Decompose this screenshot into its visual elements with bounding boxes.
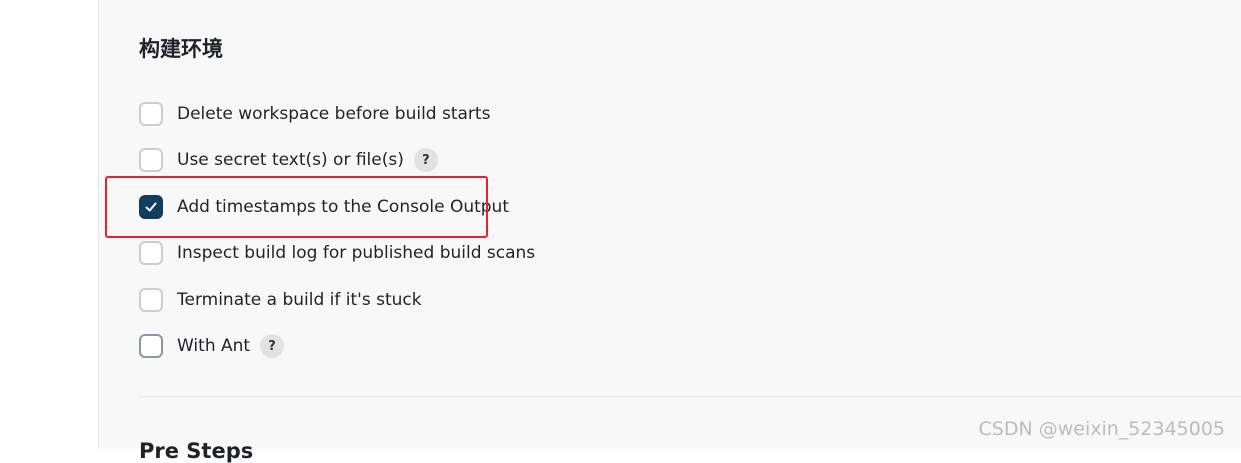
option-secret-text[interactable]: Use secret text(s) or file(s) ? bbox=[139, 146, 438, 174]
section-title: 构建环境 bbox=[139, 37, 223, 61]
checkbox[interactable] bbox=[139, 241, 163, 265]
option-label: Delete workspace before build starts bbox=[177, 104, 491, 124]
option-inspect-build-log[interactable]: Inspect build log for published build sc… bbox=[139, 239, 535, 267]
watermark: CSDN @weixin_52345005 bbox=[978, 418, 1226, 440]
checkbox[interactable] bbox=[139, 102, 163, 126]
option-label: With Ant bbox=[177, 336, 251, 356]
option-label: Use secret text(s) or file(s) bbox=[177, 150, 404, 170]
checkbox[interactable] bbox=[139, 288, 163, 312]
checkbox[interactable] bbox=[139, 148, 163, 172]
left-gutter bbox=[0, 0, 99, 449]
option-label: Terminate a build if it's stuck bbox=[177, 290, 422, 310]
option-terminate-stuck-build[interactable]: Terminate a build if it's stuck bbox=[139, 286, 422, 314]
option-delete-workspace[interactable]: Delete workspace before build starts bbox=[139, 100, 490, 128]
build-environment-panel: 构建环境 Delete workspace before build start… bbox=[99, 0, 1241, 463]
help-icon[interactable]: ? bbox=[413, 148, 438, 172]
red-highlight-box bbox=[105, 176, 488, 238]
section-divider bbox=[139, 396, 1241, 397]
option-with-ant[interactable]: With Ant ? bbox=[139, 332, 285, 360]
checkbox[interactable] bbox=[139, 334, 163, 358]
help-icon[interactable]: ? bbox=[260, 334, 285, 358]
next-section-title: Pre Steps bbox=[139, 439, 254, 463]
option-label: Inspect build log for published build sc… bbox=[177, 243, 536, 263]
